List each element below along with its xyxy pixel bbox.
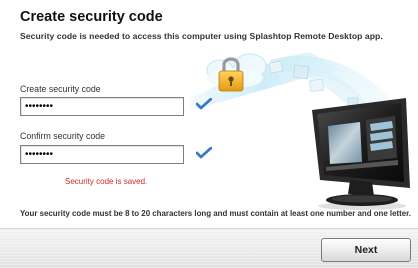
confirm-code-input[interactable] [20, 145, 184, 164]
page-title: Create security code [20, 9, 163, 25]
confirm-code-label: Confirm security code [20, 131, 106, 141]
confirm-check-icon [196, 147, 212, 159]
next-button[interactable]: Next [321, 238, 411, 262]
create-code-label: Create security code [20, 84, 101, 94]
create-code-input[interactable] [20, 97, 184, 116]
create-check-icon [196, 98, 212, 110]
status-message: Security code is saved. [65, 177, 148, 186]
requirements-text: Your security code must be 8 to 20 chara… [20, 209, 411, 218]
cloud-lock-monitor-illustration [190, 52, 410, 210]
